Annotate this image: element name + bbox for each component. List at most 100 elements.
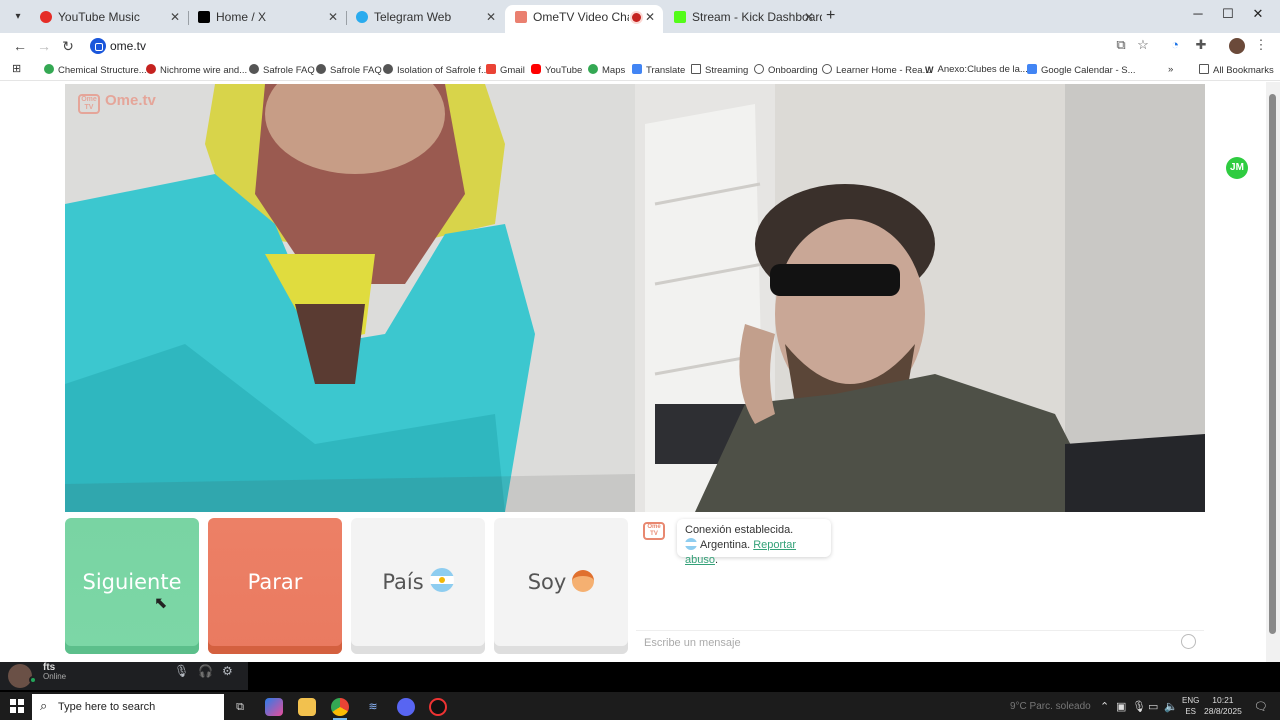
weather-widget[interactable]: 9°C Parc. soleado — [1010, 701, 1091, 712]
page-scrollbar[interactable] — [1266, 82, 1280, 662]
maximize-button[interactable]: ☐ — [1218, 6, 1238, 22]
bookmark-item[interactable]: Nichrome wire and... — [146, 64, 247, 76]
onboarding-icon — [754, 64, 764, 74]
message-input[interactable]: Escribe un mensaje — [636, 630, 1204, 654]
discord-icon[interactable] — [397, 698, 415, 716]
youtube-music-icon — [40, 11, 52, 23]
tab-kick[interactable]: Stream - Kick Dashboard ✕ — [664, 5, 822, 33]
tab-search-button[interactable]: ▾ — [6, 6, 30, 28]
bookmark-item[interactable]: W Anexo:Clubes de la... — [925, 64, 1028, 75]
telegram-icon — [356, 11, 368, 23]
tab-strip: ▾ YouTube Music ✕ Home / X ✕ Telegram We… — [0, 0, 1280, 33]
bookmark-item[interactable]: Chemical Structure... — [44, 64, 147, 76]
gender-button[interactable]: Soy — [494, 518, 628, 654]
boy-face-icon — [572, 570, 595, 592]
file-explorer-icon[interactable] — [298, 698, 316, 716]
site-info-icon[interactable] — [90, 38, 106, 54]
bookmark-star-icon[interactable]: ☆ — [1134, 37, 1152, 53]
stranger-video — [65, 84, 635, 512]
self-video-frame — [635, 84, 1205, 512]
close-window-button[interactable]: ✕ — [1248, 6, 1268, 22]
bookmark-youtube[interactable]: YouTube — [531, 64, 582, 76]
next-button[interactable]: Siguiente — [65, 518, 199, 654]
taskbar-clock[interactable]: 10:21 28/8/2025 — [1204, 695, 1242, 717]
tab-ometv[interactable]: OmeTV Video Chat — Ome ✕ — [505, 5, 663, 33]
connection-status-text: Conexión establecida. — [685, 524, 794, 536]
self-video — [635, 84, 1205, 512]
reload-button[interactable]: ↻ — [58, 36, 78, 56]
profile-avatar[interactable] — [1229, 38, 1245, 54]
tab-x-home[interactable]: Home / X ✕ — [188, 5, 346, 33]
bookmark-item[interactable]: Google Calendar - S... — [1027, 64, 1136, 76]
partner-country: Argentina. — [700, 539, 751, 551]
calendar-icon — [1027, 64, 1037, 74]
address-bar[interactable]: ome.tv — [84, 34, 1164, 58]
minimize-button[interactable]: ─ — [1188, 6, 1208, 21]
mouse-cursor-icon: ⬉ — [154, 595, 168, 612]
taskbar-search[interactable]: ⌕ Type here to search — [32, 694, 224, 720]
copilot-icon[interactable] — [265, 698, 283, 716]
globe-icon — [316, 64, 326, 74]
country-button[interactable]: País — [351, 518, 485, 654]
settings-gear-icon[interactable]: ⚙ — [222, 664, 233, 678]
gear-bookmark-icon — [249, 64, 259, 74]
install-app-icon[interactable]: ⧉ — [1112, 37, 1130, 53]
profile-sync-icon[interactable]: ◔ — [1166, 37, 1184, 52]
scroll-thumb[interactable] — [1269, 94, 1276, 634]
notifications-icon[interactable]: 🗨 — [1254, 700, 1268, 713]
bookmark-item[interactable]: Isolation of Safrole f... — [383, 64, 489, 76]
tray-app-icon[interactable]: ▣ — [1116, 700, 1126, 713]
bookmark-folder-streaming[interactable]: Streaming — [691, 64, 748, 76]
task-view-icon[interactable]: ⧉ — [231, 698, 249, 716]
extensions-icon[interactable]: ✚ — [1192, 37, 1210, 53]
bookmark-item[interactable]: Safrole FAQ — [249, 64, 315, 76]
more-bookmarks-icon[interactable]: » — [1168, 64, 1173, 75]
argentina-flag-icon — [429, 568, 454, 592]
microphone-icon[interactable]: 🎙 — [174, 664, 189, 678]
close-tab-icon[interactable]: ✕ — [328, 5, 338, 29]
x-logo-icon — [198, 11, 210, 23]
ometv-logo[interactable]: Ome TV Ome.tv — [78, 92, 156, 114]
new-tab-button[interactable]: + — [826, 7, 835, 25]
forward-button[interactable]: → — [34, 36, 54, 56]
bookmark-translate[interactable]: Translate — [632, 64, 685, 76]
all-bookmarks[interactable]: All Bookmarks — [1199, 64, 1274, 76]
discord-status: Online — [43, 672, 67, 681]
apps-grid-icon[interactable]: ⊞ — [12, 62, 21, 75]
windows-start-icon[interactable] — [10, 699, 24, 713]
discord-panel-background — [248, 662, 1280, 690]
discord-avatar[interactable] — [8, 664, 32, 688]
network-icon[interactable]: ▭ — [1148, 700, 1158, 713]
language-indicator[interactable]: ENG ES — [1182, 695, 1199, 717]
folder-icon — [691, 64, 701, 74]
headphones-icon[interactable]: 🎧 — [198, 664, 213, 678]
kick-icon — [674, 11, 686, 23]
tab-youtube-music[interactable]: YouTube Music ✕ — [30, 5, 188, 33]
stop-button[interactable]: Parar — [208, 518, 342, 654]
jm-extension-icon[interactable]: JM — [1226, 157, 1248, 179]
bookmark-item[interactable]: Learner Home - Rea... — [822, 64, 931, 76]
close-tab-icon[interactable]: ✕ — [804, 5, 814, 29]
obs-icon[interactable] — [429, 698, 447, 716]
globe-icon — [822, 64, 832, 74]
tray-mic-icon[interactable]: 🎙 — [1132, 700, 1146, 713]
chrome-icon[interactable] — [331, 698, 349, 720]
emoji-icon[interactable] — [1181, 634, 1196, 649]
bookmark-item[interactable]: Onboarding — [754, 64, 818, 76]
argentina-flag-icon — [685, 538, 697, 550]
close-tab-icon[interactable]: ✕ — [645, 5, 655, 29]
tab-telegram[interactable]: Telegram Web ✕ — [346, 5, 504, 33]
close-tab-icon[interactable]: ✕ — [486, 5, 496, 29]
recording-icon — [632, 13, 641, 22]
app-icon[interactable]: ≋ — [364, 698, 382, 716]
bookmark-item[interactable]: Safrole FAQ — [316, 64, 382, 76]
tray-overflow-icon[interactable]: ⌃ — [1100, 700, 1109, 713]
browser-menu-icon[interactable]: ⋮ — [1252, 37, 1270, 53]
back-button[interactable]: ← — [10, 36, 30, 56]
volume-icon[interactable]: 🔈 — [1164, 700, 1178, 713]
left-edge — [0, 82, 6, 662]
bookmark-gmail[interactable]: Gmail — [486, 64, 525, 76]
chemical-structure-icon — [44, 64, 54, 74]
close-tab-icon[interactable]: ✕ — [170, 5, 180, 29]
bookmark-maps[interactable]: Maps — [588, 64, 625, 76]
